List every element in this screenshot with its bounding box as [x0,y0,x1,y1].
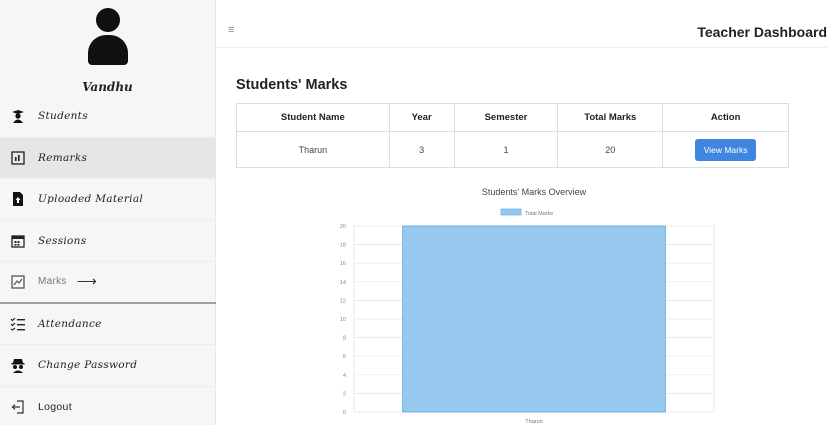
sidebar-item-label: Sessions [38,234,87,247]
y-tick-label: 18 [340,243,346,249]
y-tick-label: 16 [340,261,346,267]
table-row: Tharun 3 1 20 View Marks [236,131,789,168]
sidebar: Vandhu Students Remarks Uploaded Materia… [0,0,216,425]
legend-label: Total Marks [525,211,553,217]
sidebar-item-label: Marks [38,276,67,288]
cell-total-marks: 20 [557,131,664,168]
top-header: ≡ Teacher Dashboard [216,0,827,48]
marks-table: Student Name Year Semester Total Marks A… [236,103,789,168]
sidebar-item-uploaded-material[interactable]: Uploaded Material [0,179,216,221]
sidebar-item-marks[interactable]: Marks ⟶ [0,262,216,304]
user-name: Vandhu [82,80,133,94]
marks-icon [10,274,26,290]
page-title: Teacher Dashboard [697,24,827,40]
y-tick-label: 6 [343,354,346,360]
sidebar-item-label: Remarks [38,151,88,164]
table-header-row: Student Name Year Semester Total Marks A… [236,103,789,132]
column-header-student-name: Student Name [236,103,390,132]
upload-file-icon [10,191,26,207]
sidebar-item-label: Change Password [38,359,138,372]
sidebar-item-sessions[interactable]: Sessions [0,221,216,262]
sidebar-nav: Students Remarks Uploaded Material Sessi… [0,96,216,425]
incognito-icon [10,357,26,374]
chart-title: Students' Marks Overview [482,187,587,197]
calendar-icon [10,233,26,249]
student-icon [10,108,26,124]
x-tick-label: Tharun [525,419,542,425]
logout-icon [10,399,26,415]
marks-chart: Students' Marks Overview Total Marks 0 2 4 6 8… [216,186,827,425]
y-tick-label: 2 [343,391,346,397]
y-tick-label: 8 [343,336,346,342]
sidebar-item-change-password[interactable]: Change Password [0,345,216,387]
logout-button[interactable]: Logout [0,387,216,425]
remarks-icon [10,150,26,166]
cell-year: 3 [388,131,455,168]
column-header-action: Action [662,103,789,132]
y-tick-label: 10 [340,317,346,323]
bar [402,225,666,413]
avatar-icon [84,8,132,70]
checklist-icon [10,316,26,332]
column-header-year: Year [388,103,455,132]
sidebar-item-label: Logout [38,400,72,413]
sidebar-item-label: Uploaded Material [38,193,144,206]
view-marks-button[interactable]: View Marks [694,138,757,161]
section-title: Students' Marks [236,77,348,93]
y-tick-label: 12 [340,298,346,304]
y-tick-label: 0 [343,410,346,416]
column-header-semester: Semester [453,103,559,132]
sidebar-item-label: Attendance [38,317,102,330]
sidebar-item-attendance[interactable]: Attendance [0,304,216,345]
y-tick-label: 4 [343,373,346,379]
sidebar-item-students[interactable]: Students [0,96,216,138]
column-header-total-marks: Total Marks [557,103,664,132]
user-profile: Vandhu [0,0,215,96]
cell-student-name: Tharun [236,131,390,168]
menu-toggle-icon[interactable]: ≡ [228,24,234,36]
y-tick-label: 20 [340,224,346,230]
marks-bar-chart: Students' Marks Overview Total Marks 0 2 4 6 8… [340,187,715,425]
y-tick-label: 14 [340,280,346,286]
sidebar-item-remarks[interactable]: Remarks [0,137,216,179]
cell-action: View Marks [662,131,789,168]
arrow-right-icon: ⟶ [76,273,97,290]
sidebar-item-label: Students [38,110,88,123]
cell-semester: 1 [453,131,559,168]
legend-swatch [500,208,522,216]
main-content: Students' Marks Student Name Year Semest… [216,48,827,425]
